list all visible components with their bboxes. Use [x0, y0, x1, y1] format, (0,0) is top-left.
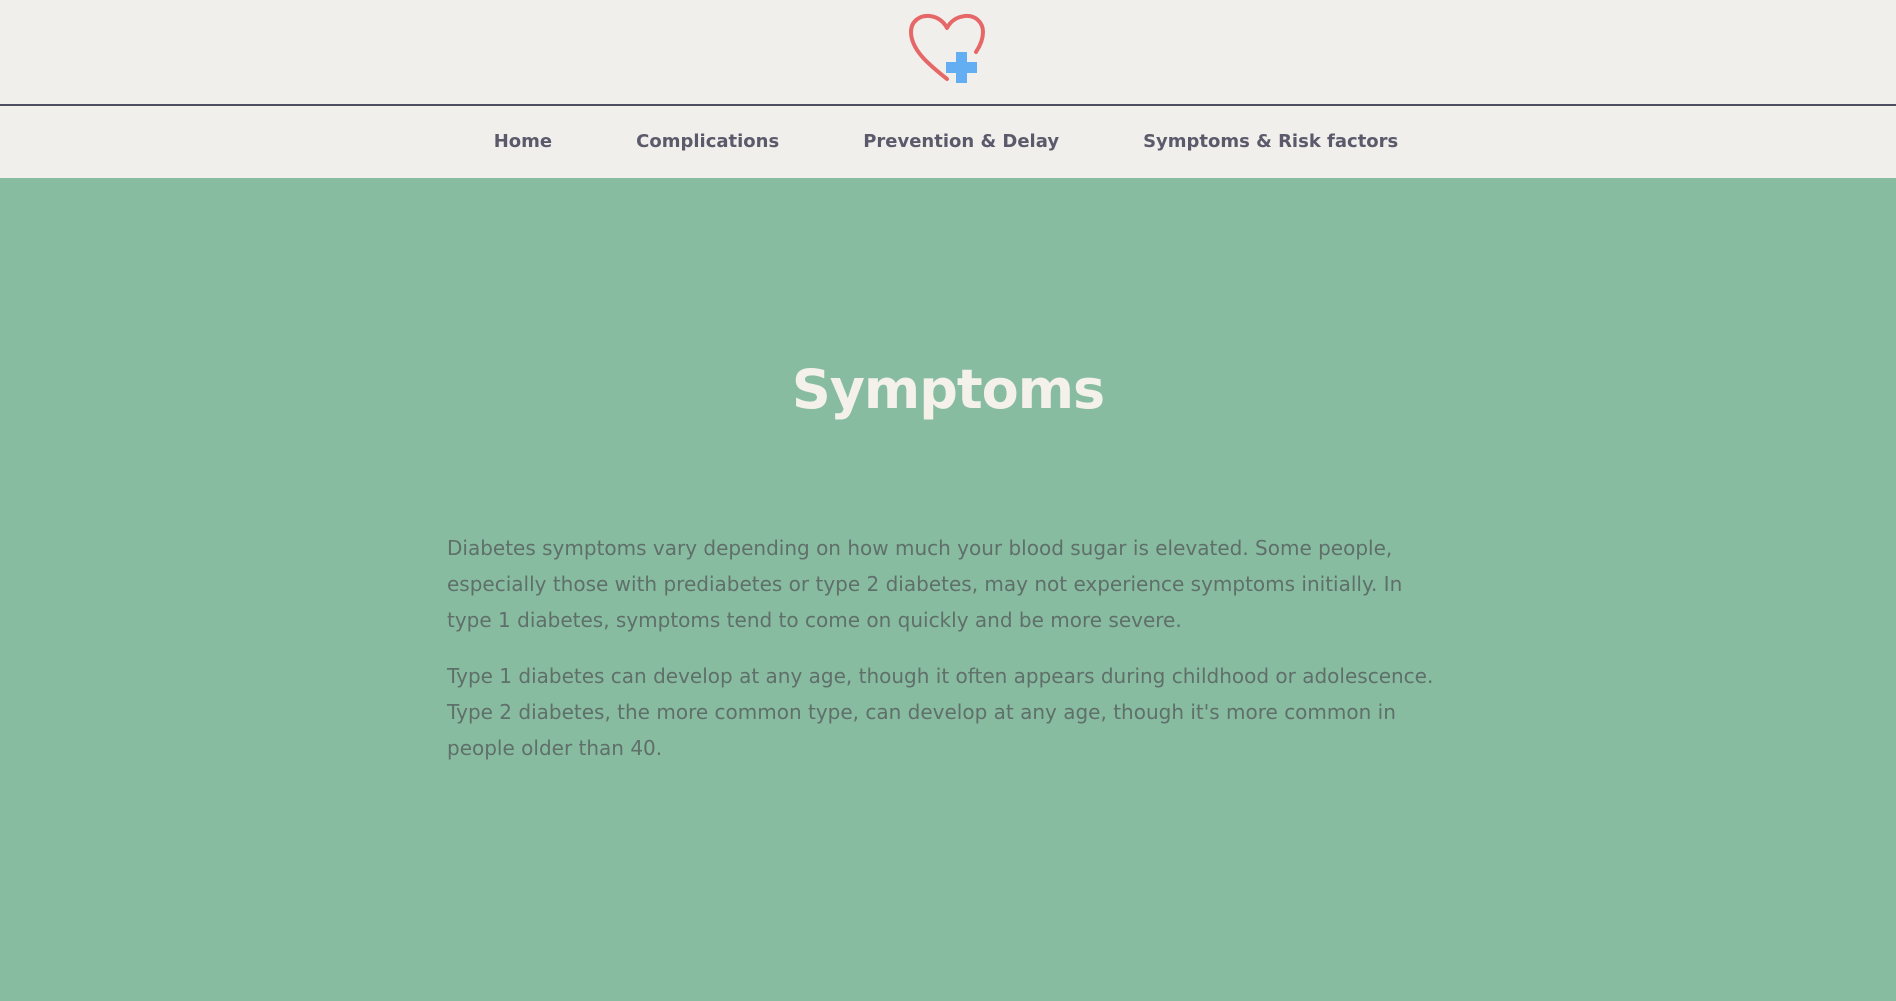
heart-with-plus-icon[interactable]: [906, 12, 990, 88]
medical-cross-icon: [946, 52, 977, 83]
age-paragraph: Type 1 diabetes can develop at any age, …: [447, 664, 1434, 760]
main-navigation: Home Complications Prevention & Delay Sy…: [0, 106, 1896, 178]
nav-link-complications[interactable]: Complications: [636, 133, 779, 151]
page-title: Symptoms: [791, 358, 1105, 421]
nav-items: Home Complications Prevention & Delay Sy…: [0, 106, 1894, 178]
symptoms-section: Symptoms Diabetes symptoms vary dependin…: [0, 178, 1896, 1001]
site-header: [0, 0, 1896, 106]
symptoms-paragraph: Diabetes symptoms vary depending on how …: [447, 536, 1403, 632]
nav-link-symptoms-risk-factors[interactable]: Symptoms & Risk factors: [1143, 133, 1398, 151]
symptoms-content: Diabetes symptoms vary depending on how …: [447, 530, 1447, 786]
nav-link-home[interactable]: Home: [494, 133, 552, 151]
nav-link-prevention-delay[interactable]: Prevention & Delay: [863, 133, 1059, 151]
